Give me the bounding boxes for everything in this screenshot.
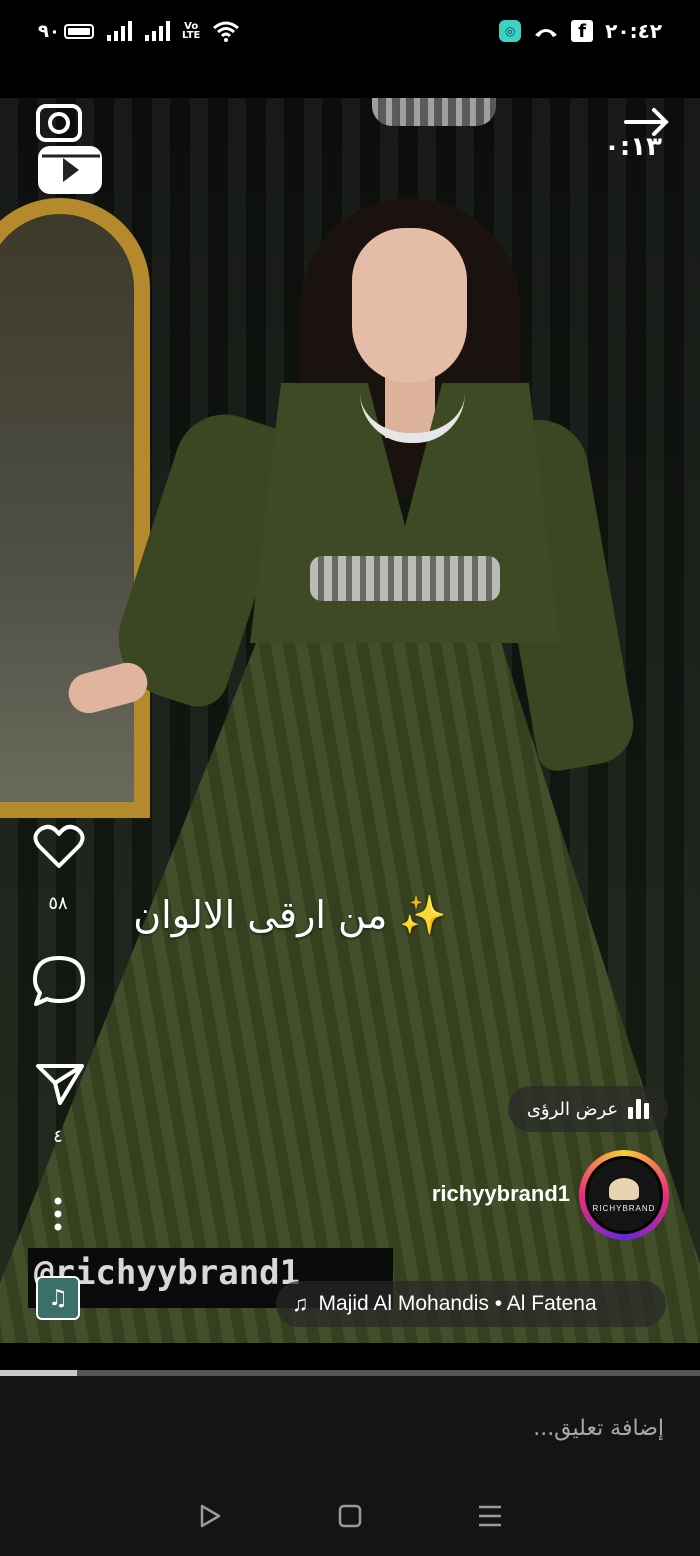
app-notification-icon: ◎ [499,20,522,42]
music-note-icon: ♫ [48,1285,68,1311]
username[interactable]: richyybrand1 [400,1181,570,1207]
back-icon[interactable] [197,1503,223,1529]
status-clock: ٢٠:٤٢ [605,19,662,43]
avatar[interactable]: RICHYBRAND [579,1150,669,1240]
heart-icon [33,824,85,868]
reel-timer: ٠:١٣ [603,132,662,162]
jeweled-belt [310,556,500,601]
send-icon [36,1064,84,1105]
chandelier [372,98,496,126]
brand-logo-icon [609,1177,639,1200]
audio-track-button[interactable]: ♫ Majid Al Mohandis • Al Fatena [276,1281,666,1327]
volte-icon: Vo LTE [181,21,201,41]
facebook-icon: f [571,20,594,42]
status-bar: ٩٠ Vo LTE ◎ f ٢٠:٤٢ [0,0,700,62]
comment-button[interactable] [30,954,88,1008]
golden-mirror [0,198,150,818]
wifi-icon [213,21,240,42]
camera-icon [36,104,102,194]
insights-label: عرض الرؤى [526,1098,619,1120]
status-left: ٩٠ Vo LTE [38,20,240,42]
battery-level: ٩٠ [38,20,60,42]
like-count: ٥٨ [48,893,68,914]
recents-icon[interactable] [477,1503,503,1529]
video-caption: من ارقى الالوان ✨ [133,893,447,937]
model-face [352,228,467,383]
missed-call-icon [535,29,558,37]
signal-icon [144,21,170,41]
home-icon[interactable] [337,1503,363,1529]
comment-input[interactable] [30,1392,666,1464]
avatar-logo-text: RICHYBRAND [592,1203,656,1213]
more-options-button[interactable] [38,1194,78,1234]
status-right: ◎ f ٢٠:٤٢ [499,19,662,43]
more-vertical-icon [54,1197,62,1231]
like-button[interactable] [30,820,88,874]
audio-track-label: Majid Al Mohandis • Al Fatena [318,1292,597,1315]
avatar-image: RICHYBRAND [585,1156,663,1234]
music-note-icon: ♫ [292,1291,309,1316]
bar-chart-icon [628,1099,650,1119]
share-count: ٤ [53,1126,63,1147]
reel-video[interactable]: ٠:١٣ ٥٨ ٤ من ارقى الالوان ✨ عرض الرؤى ri… [0,98,700,1343]
music-thumbnail[interactable]: ♫ [36,1276,80,1320]
view-insights-button[interactable]: عرض الرؤى [508,1086,668,1132]
camera-button[interactable] [34,98,104,198]
system-nav-bar [0,1476,700,1556]
battery-indicator: ٩٠ [38,21,94,42]
share-button[interactable] [32,1058,88,1108]
battery-icon [63,23,94,39]
comment-icon [33,956,85,1006]
signal-icon [106,21,132,41]
